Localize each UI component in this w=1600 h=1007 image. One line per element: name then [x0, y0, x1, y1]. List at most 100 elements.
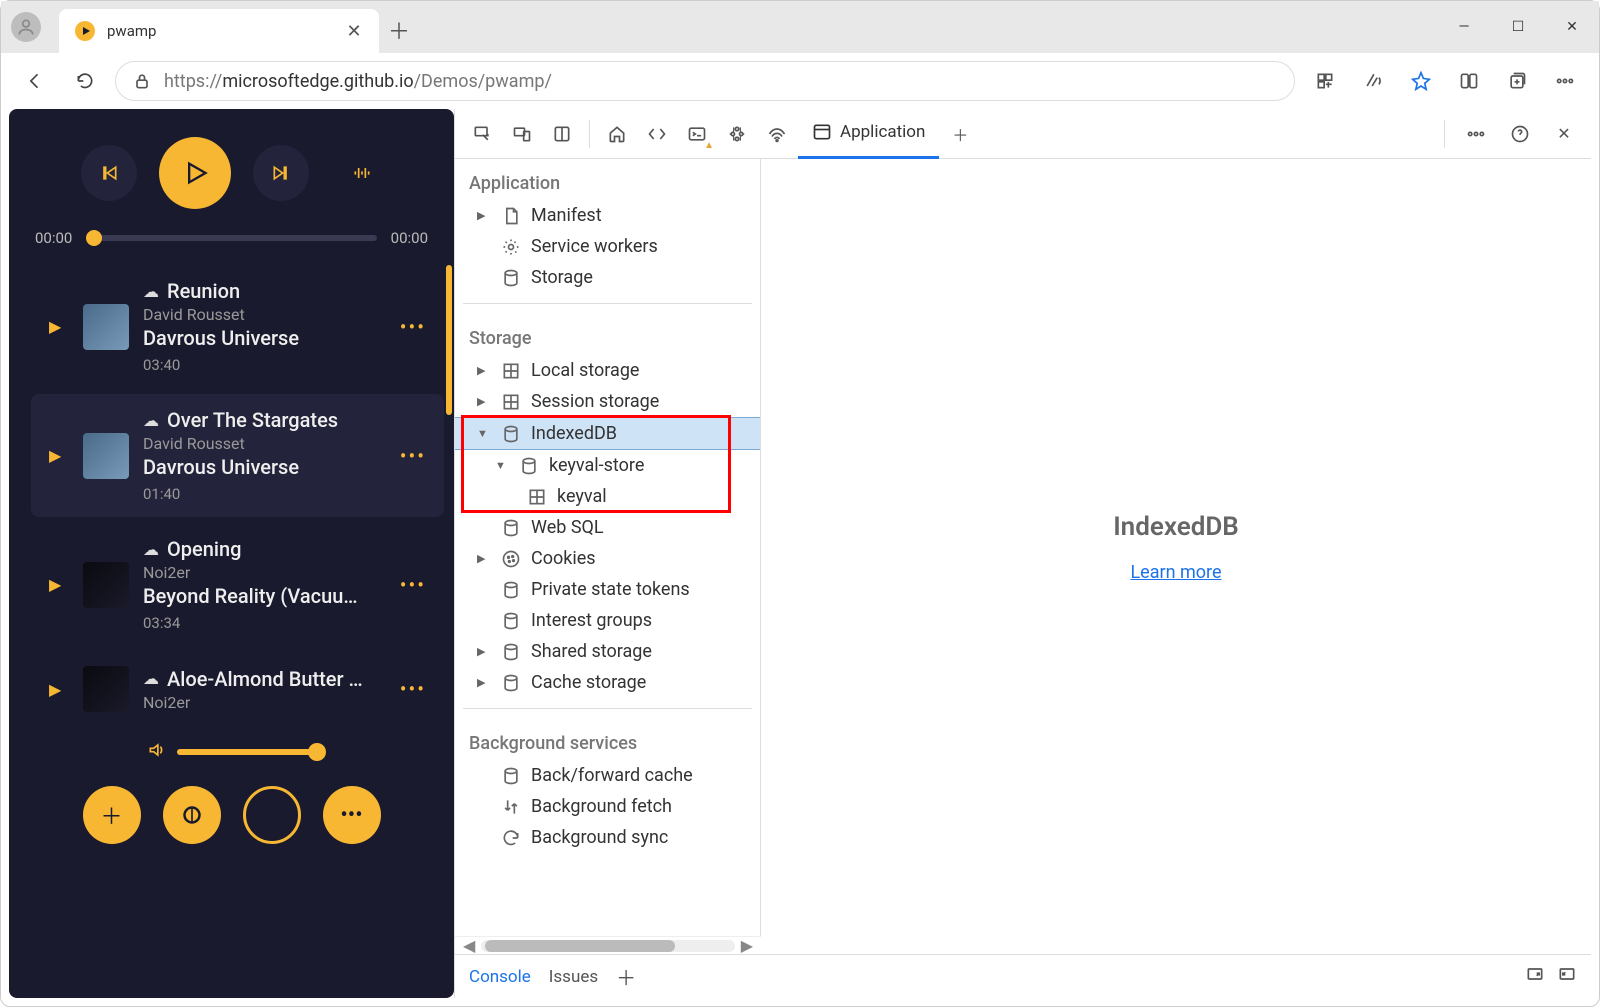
refresh-button[interactable]	[65, 61, 105, 101]
track-play-icon[interactable]: ▶	[49, 317, 69, 336]
sidebar-item-session-storage[interactable]: ▶Session storage	[455, 386, 760, 417]
track-menu-button[interactable]: •••	[400, 677, 426, 701]
maximize-button[interactable]: ☐	[1491, 7, 1545, 47]
browser-titlebar: pwamp ✕ ＋ — ☐ ✕	[1, 1, 1599, 53]
url-field[interactable]: https://microsoftedge.github.io/Demos/pw…	[115, 61, 1295, 101]
pwamp-player: 00:00 00:00 ▶ ☁Reunion David Rousset Dav…	[9, 109, 454, 998]
sources-tab-icon[interactable]	[718, 115, 756, 153]
sidebar-item-bf-cache[interactable]: Back/forward cache	[455, 760, 760, 791]
track-menu-button[interactable]: •••	[400, 315, 426, 339]
volume-icon[interactable]	[147, 740, 167, 764]
collections-icon[interactable]	[1497, 61, 1537, 101]
read-aloud-icon[interactable]	[1353, 61, 1393, 101]
record-button[interactable]	[243, 786, 301, 844]
play-button[interactable]	[159, 137, 231, 209]
track-row[interactable]: ▶ ☁Opening Noi2er Beyond Reality (Vacuu……	[31, 523, 444, 646]
back-button[interactable]	[15, 61, 55, 101]
track-duration: 03:40	[143, 356, 386, 374]
track-menu-button[interactable]: •••	[400, 444, 426, 468]
devtools-close-button[interactable]: ✕	[1545, 115, 1583, 153]
sidebar-item-local-storage[interactable]: ▶Local storage	[455, 355, 760, 386]
track-play-icon[interactable]: ▶	[49, 680, 69, 699]
console-drawer-tab[interactable]: Console	[469, 967, 531, 987]
drawer-collapse-icon[interactable]	[1557, 964, 1577, 989]
split-screen-icon[interactable]	[1449, 61, 1489, 101]
sidebar-item-indexeddb[interactable]: ▼IndexedDB	[455, 417, 760, 450]
add-drawer-tab-button[interactable]: ＋	[616, 962, 636, 991]
devtools-settings-icon[interactable]	[1457, 115, 1495, 153]
elements-tab-icon[interactable]	[638, 115, 676, 153]
time-total: 00:00	[391, 229, 428, 247]
sidebar-item-private-tokens[interactable]: Private state tokens	[455, 574, 760, 605]
sidebar-heading-application: Application	[455, 159, 760, 200]
learn-more-link[interactable]: Learn more	[1130, 562, 1221, 583]
url-text: https://microsoftedge.github.io/Demos/pw…	[164, 71, 552, 92]
next-track-button[interactable]	[253, 145, 309, 201]
sidebar-item-cookies[interactable]: ▶Cookies	[455, 543, 760, 574]
window-controls: — ☐ ✕	[1437, 7, 1599, 47]
more-menu-icon[interactable]	[1545, 61, 1585, 101]
volume-row	[9, 732, 454, 772]
track-album: Davrous Universe	[143, 326, 386, 350]
sidebar-item-service-workers[interactable]: Service workers	[455, 231, 760, 262]
seek-slider[interactable]	[86, 235, 376, 241]
application-tab-label: Application	[840, 122, 925, 142]
volume-slider[interactable]	[177, 749, 317, 755]
sidebar-item-cache-storage[interactable]: ▶Cache storage	[455, 667, 760, 698]
cloud-icon: ☁	[143, 282, 159, 301]
help-icon[interactable]	[1501, 115, 1539, 153]
sidebar-item-interest-groups[interactable]: Interest groups	[455, 605, 760, 636]
sidebar-horizontal-scrollbar[interactable]: ◀ ▶	[455, 936, 761, 954]
app-install-icon[interactable]	[1305, 61, 1345, 101]
application-sidebar: Application ▶Manifest Service workers St…	[455, 159, 761, 936]
more-tabs-button[interactable]: ＋	[941, 115, 979, 153]
sidebar-item-manifest[interactable]: ▶Manifest	[455, 200, 760, 231]
visualizer-button[interactable]	[341, 152, 383, 194]
track-row[interactable]: ▶ ☁Reunion David Rousset Davrous Univers…	[31, 265, 444, 388]
network-tab-icon[interactable]	[758, 115, 796, 153]
track-play-icon[interactable]: ▶	[49, 575, 69, 594]
timeline: 00:00 00:00	[9, 219, 454, 265]
action-row: ＋ •••	[9, 772, 454, 866]
inspect-icon[interactable]	[463, 115, 501, 153]
sidebar-item-shared-storage[interactable]: ▶Shared storage	[455, 636, 760, 667]
theme-button[interactable]	[163, 786, 221, 844]
track-artist: Noi2er	[143, 563, 386, 582]
tab-favicon-icon	[75, 21, 95, 41]
favorite-star-icon[interactable]	[1401, 61, 1441, 101]
playlist-scrollbar[interactable]	[446, 265, 452, 415]
console-drawer-bar: Console Issues ＋	[455, 954, 1591, 998]
application-tab[interactable]: Application	[798, 109, 939, 159]
new-tab-button[interactable]: ＋	[379, 14, 419, 46]
sidebar-item-keyval[interactable]: keyval	[455, 481, 760, 512]
track-artwork	[83, 666, 129, 712]
sidebar-item-web-sql[interactable]: Web SQL	[455, 512, 760, 543]
device-toggle-icon[interactable]	[503, 115, 541, 153]
application-icon	[812, 122, 832, 142]
prev-track-button[interactable]	[81, 145, 137, 201]
browser-tab[interactable]: pwamp ✕	[59, 9, 379, 53]
welcome-tab-icon[interactable]	[598, 115, 636, 153]
minimize-button[interactable]: —	[1437, 7, 1491, 47]
track-menu-button[interactable]: •••	[400, 573, 426, 597]
sidebar-item-keyval-store[interactable]: ▼keyval-store	[455, 450, 760, 481]
more-actions-button[interactable]: •••	[323, 786, 381, 844]
devtools-tab-bar: ▲ Application ＋ ✕	[455, 109, 1591, 159]
track-title: Opening	[167, 537, 241, 561]
sidebar-item-background-fetch[interactable]: Background fetch	[455, 791, 760, 822]
sidebar-item-background-sync[interactable]: Background sync	[455, 822, 760, 853]
cloud-icon: ☁	[143, 411, 159, 430]
close-window-button[interactable]: ✕	[1545, 7, 1599, 47]
sidebar-item-storage[interactable]: Storage	[455, 262, 760, 293]
tab-close-button[interactable]: ✕	[345, 22, 363, 40]
issues-drawer-tab[interactable]: Issues	[549, 967, 598, 987]
track-row[interactable]: ▶ ☁Over The Stargates David Rousset Davr…	[31, 394, 444, 517]
track-play-icon[interactable]: ▶	[49, 446, 69, 465]
profile-avatar[interactable]	[11, 12, 41, 42]
devtools-panel: ▲ Application ＋ ✕ Application	[454, 109, 1591, 998]
dock-icon[interactable]	[543, 115, 581, 153]
drawer-expand-icon[interactable]	[1525, 964, 1545, 989]
console-tab-icon[interactable]: ▲	[678, 115, 716, 153]
track-row[interactable]: ▶ ☁Aloe-Almond Butter … Noi2er •••	[31, 652, 444, 726]
add-button[interactable]: ＋	[83, 786, 141, 844]
